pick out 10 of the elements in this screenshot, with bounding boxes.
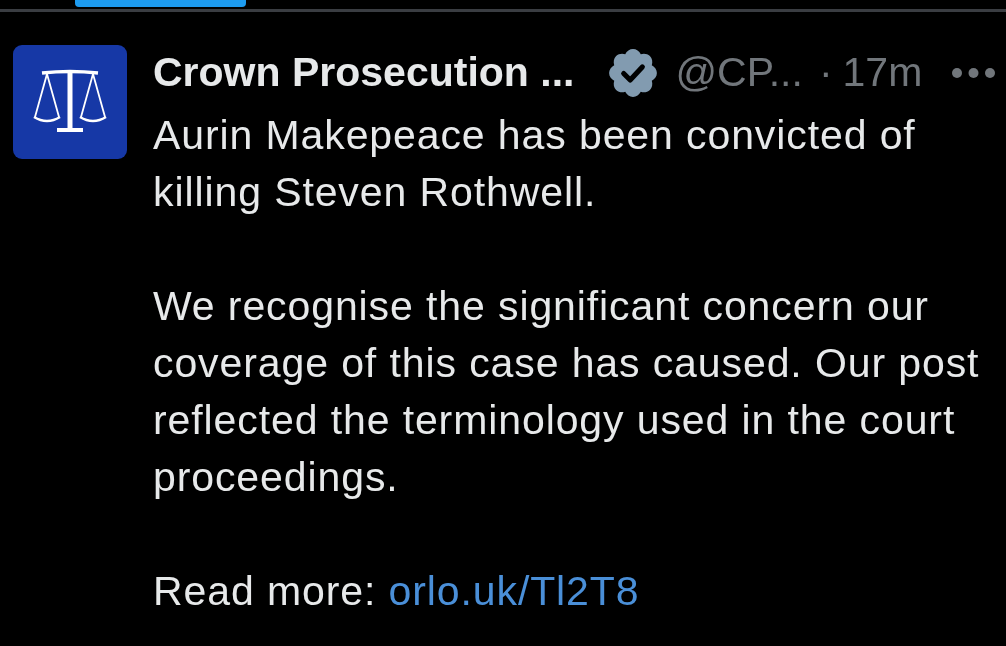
more-icon[interactable] — [952, 67, 996, 78]
post-link[interactable]: orlo.uk/Tl2T8 — [388, 568, 640, 614]
read-more-text: Read more: orlo.uk/Tl2T8 — [153, 567, 640, 616]
post-text: Aurin Makepeace has been convicted of killing Steven Rothwell. — [153, 111, 916, 217]
author-handle[interactable]: @CP... — [675, 41, 803, 104]
separator-dot: · — [818, 47, 833, 97]
scales-avatar-icon[interactable] — [13, 45, 127, 159]
post-time[interactable]: 17m — [842, 41, 923, 104]
author-name[interactable]: Crown Prosecution ... — [153, 41, 575, 104]
post-text: We recognise the significant concern our coverage of this case has caused. Our post reflected the terminology used in the court proceedings. — [153, 282, 980, 502]
